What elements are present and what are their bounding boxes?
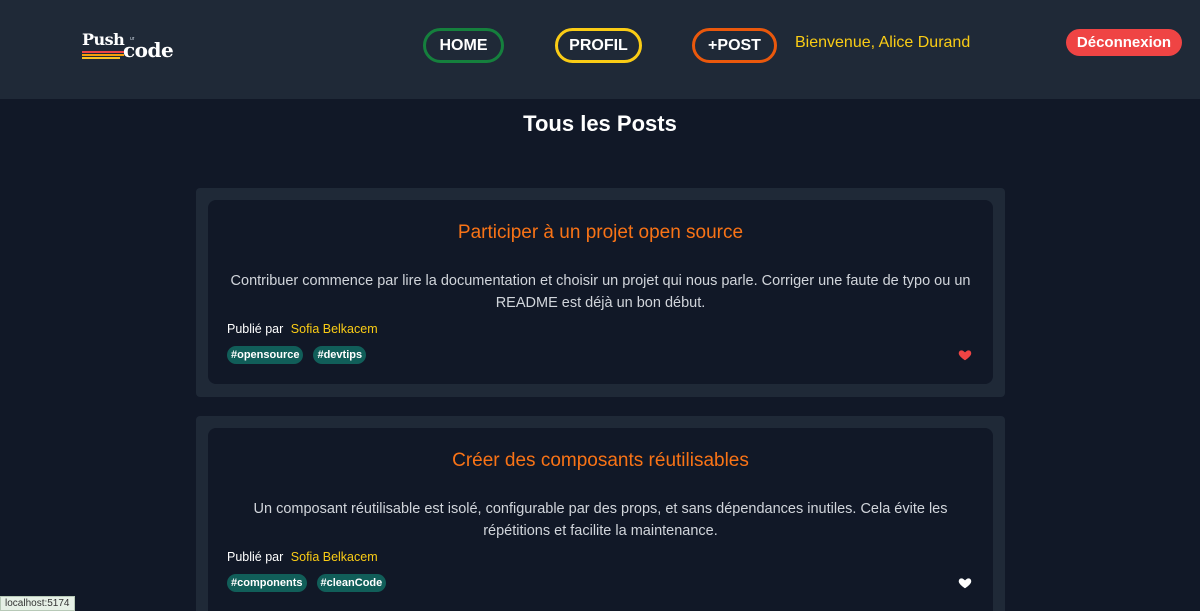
post-body: Contribuer commence par lire la document… <box>230 273 971 311</box>
post-card-content: Participer à un projet open source Contr… <box>208 200 993 384</box>
post-card: Participer à un projet open source Contr… <box>196 188 1005 397</box>
page-title: Tous les Posts <box>523 111 677 136</box>
tag-badge[interactable]: #devtips <box>313 346 367 364</box>
browser-status-bar: localhost:5174 <box>0 596 75 611</box>
logout-button[interactable]: Déconnexion <box>1066 29 1182 56</box>
post-card: Créer des composants réutilisables Un co… <box>196 416 1005 611</box>
tag-badge[interactable]: #cleanCode <box>316 574 387 592</box>
post-card-content: Créer des composants réutilisables Un co… <box>208 428 993 611</box>
post-title[interactable]: Participer à un projet open source <box>208 222 993 244</box>
nav-home-button[interactable]: HOME <box>423 28 504 63</box>
nav-profil-button[interactable]: PROFIL <box>555 28 642 63</box>
tag-badge[interactable]: #components <box>227 574 307 592</box>
logo-stripe-orange <box>82 54 124 56</box>
post-title[interactable]: Créer des composants réutilisables <box>208 450 993 472</box>
logo-word-code: code <box>123 38 174 62</box>
heart-icon[interactable] <box>958 348 972 362</box>
logo-stripe-yellow <box>82 57 120 59</box>
heart-icon[interactable] <box>958 576 972 590</box>
post-tags: #opensource #devtips <box>227 346 367 364</box>
welcome-message: Bienvenue, Alice Durand <box>795 34 971 51</box>
post-body: Un composant réutilisable est isolé, con… <box>253 501 948 539</box>
published-by-label: Publié par <box>227 322 284 336</box>
nav-new-post-button[interactable]: +POST <box>692 28 777 63</box>
post-tags: #components #cleanCode <box>227 574 387 592</box>
post-author-link[interactable]: Sofia Belkacem <box>291 322 378 336</box>
post-author-line: Publié par Sofia Belkacem <box>227 322 378 336</box>
logo-word-push: Push <box>82 30 125 49</box>
post-author-link[interactable]: Sofia Belkacem <box>291 550 378 564</box>
push-your-code-logo[interactable]: Push ur code <box>82 30 182 64</box>
published-by-label: Publié par <box>227 550 284 564</box>
top-navbar: Push ur code HOME PROFIL +POST Bienvenue… <box>0 0 1200 99</box>
tag-badge[interactable]: #opensource <box>227 346 304 364</box>
post-author-line: Publié par Sofia Belkacem <box>227 550 378 564</box>
logo-stripe-red <box>82 51 124 53</box>
